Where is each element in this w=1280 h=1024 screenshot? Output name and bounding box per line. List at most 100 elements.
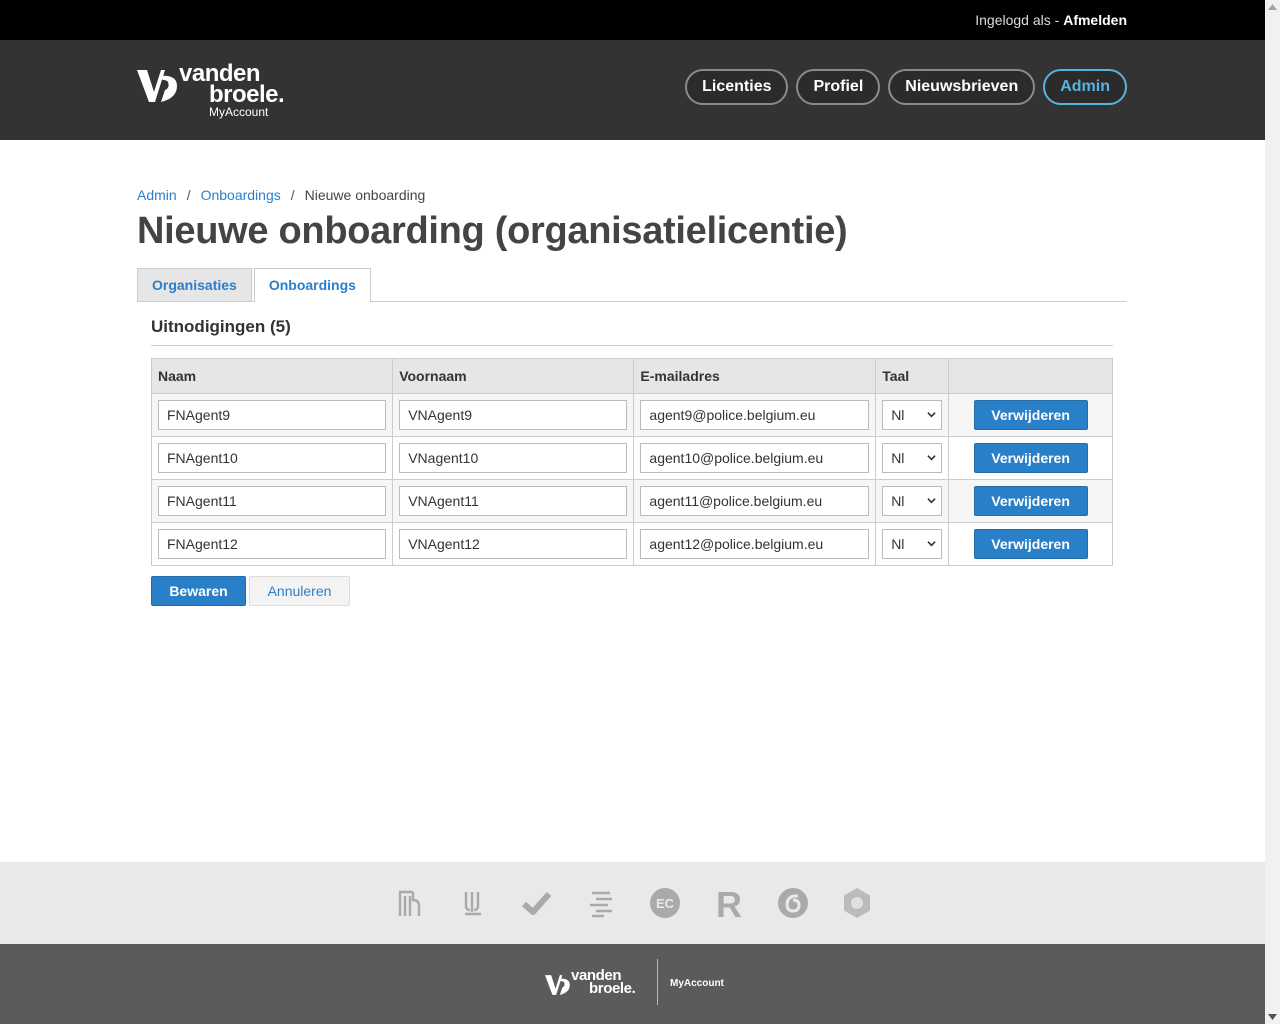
email-input[interactable]: agent10@police.belgium.eu [640, 443, 870, 473]
brand-r-icon[interactable]: R [713, 887, 745, 919]
taal-value: Nl [891, 493, 905, 509]
page-title: Nieuwe onboarding (organisatielicentie) [137, 210, 848, 252]
chevron-down-icon [927, 412, 936, 418]
cell-email: agent9@police.belgium.eu [633, 393, 877, 437]
tab-organisaties[interactable]: Organisaties [137, 268, 252, 302]
header-actions [948, 358, 1113, 394]
logo-line2: broele. [209, 81, 285, 108]
taal-select[interactable]: Nl [882, 486, 943, 516]
cell-actions: Verwijderen [948, 522, 1113, 566]
cell-naam: FNAgent9 [150, 393, 394, 437]
brand-1-icon[interactable] [393, 887, 425, 919]
header-voornaam: Voornaam [392, 358, 635, 394]
tab-onboardings[interactable]: Onboardings [253, 268, 371, 303]
cell-naam: FNAgent11 [150, 479, 394, 523]
invitations-table: Naam Voornaam E-mailadres Taal FNAgent9 … [150, 358, 1113, 566]
brand-2-icon[interactable] [457, 887, 489, 919]
delete-button[interactable]: Verwijderen [973, 443, 1088, 473]
taal-value: Nl [891, 536, 905, 552]
brand-ec-icon[interactable]: EC [649, 887, 681, 919]
naam-input[interactable]: FNAgent11 [158, 486, 387, 516]
taal-value: Nl [891, 407, 905, 423]
naam-input[interactable]: FNAgent10 [158, 443, 387, 473]
header-taal: Taal [875, 358, 950, 394]
cell-taal: Nl [875, 393, 950, 437]
table-row: FNAgent12 VNAgent12 agent12@police.belgi… [150, 522, 1113, 566]
table-row: FNAgent10 VNagent10 agent10@police.belgi… [150, 436, 1113, 480]
scroll-down-icon[interactable] [1268, 1014, 1277, 1020]
cell-taal: Nl [875, 436, 950, 480]
table-row: FNAgent9 VNAgent9 agent9@police.belgium.… [150, 393, 1113, 437]
cell-taal: Nl [875, 479, 950, 523]
breadcrumb-onboardings[interactable]: Onboardings [201, 187, 281, 203]
breadcrumb-current: Nieuwe onboarding [304, 187, 426, 203]
nav-admin[interactable]: Admin [1043, 69, 1127, 105]
header-email: E-mailadres [633, 358, 877, 394]
brand-7-icon[interactable] [841, 887, 873, 919]
taal-select[interactable]: Nl [882, 443, 943, 473]
main-content: Admin / Onboardings / Nieuwe onboarding Nieu… [137, 186, 1127, 606]
taal-select[interactable]: Nl [882, 529, 943, 559]
voornaam-input[interactable]: VNagent10 [399, 443, 628, 473]
email-input[interactable]: agent9@police.belgium.eu [640, 400, 870, 430]
taal-select[interactable]: Nl [882, 400, 943, 430]
breadcrumb-separator: / [290, 187, 295, 203]
vb-logo-icon [545, 975, 570, 995]
voornaam-input[interactable]: VNAgent9 [399, 400, 628, 430]
naam-input[interactable]: FNAgent9 [158, 400, 387, 430]
cell-email: agent11@police.belgium.eu [633, 479, 877, 523]
cell-actions: Verwijderen [948, 479, 1113, 523]
nav-licenties[interactable]: Licenties [685, 69, 789, 105]
table-row: FNAgent11 VNAgent11 agent11@police.belgi… [150, 479, 1113, 523]
naam-input[interactable]: FNAgent12 [158, 529, 387, 559]
brand-r-text: R [716, 887, 742, 919]
nav-nieuwsbrieven[interactable]: Nieuwsbrieven [888, 69, 1036, 105]
cell-actions: Verwijderen [948, 393, 1113, 437]
logged-in-label: Ingelogd als - [975, 12, 1064, 28]
voornaam-input[interactable]: VNAgent12 [399, 529, 628, 559]
login-status: Ingelogd als - Afmelden [975, 12, 1127, 28]
voornaam-input[interactable]: VNAgent11 [399, 486, 628, 516]
breadcrumb-separator: / [186, 187, 191, 203]
logo-subtitle: MyAccount [209, 105, 269, 119]
cell-voornaam: VNagent10 [392, 436, 635, 480]
delete-button[interactable]: Verwijderen [973, 529, 1088, 559]
footer-logo-line2: broele. [589, 980, 636, 997]
cell-taal: Nl [875, 522, 950, 566]
tab-bar: Organisaties Onboardings [137, 268, 1127, 303]
table-header-row: Naam Voornaam E-mailadres Taal [150, 358, 1113, 394]
brand-3-icon[interactable] [521, 887, 553, 919]
footer-divider [657, 959, 658, 1005]
tab-panel: Uitnodigingen (5) Naam Voornaam E-mailad… [137, 318, 1127, 606]
cell-actions: Verwijderen [948, 436, 1113, 480]
vb-logo-icon [137, 70, 177, 102]
cancel-button[interactable]: Annuleren [249, 576, 350, 606]
cell-voornaam: VNAgent9 [392, 393, 635, 437]
form-actions: Bewaren Annuleren [151, 576, 1113, 606]
section-title: Uitnodigingen (5) [151, 318, 1113, 346]
page: Ingelogd als - Afmelden vanden broele. M… [0, 0, 1265, 1024]
brand-strip: EC R [0, 862, 1265, 944]
delete-button[interactable]: Verwijderen [973, 400, 1088, 430]
nav-profiel[interactable]: Profiel [796, 69, 881, 105]
site-header: vanden broele. MyAccount Licenties Profi… [0, 40, 1265, 140]
cell-email: agent12@police.belgium.eu [633, 522, 877, 566]
scroll-up-icon[interactable] [1268, 4, 1277, 10]
save-button[interactable]: Bewaren [151, 576, 246, 606]
breadcrumb-admin[interactable]: Admin [137, 187, 177, 203]
delete-button[interactable]: Verwijderen [973, 486, 1088, 516]
cell-voornaam: VNAgent11 [392, 479, 635, 523]
scrollbar[interactable] [1265, 0, 1280, 1024]
main-nav: Licenties Profiel Nieuwsbrieven Admin [685, 69, 1127, 105]
vandenbroele-logo[interactable]: vanden broele. MyAccount [137, 62, 297, 120]
cell-naam: FNAgent10 [150, 436, 394, 480]
brand-6-icon[interactable] [777, 887, 809, 919]
logout-link[interactable]: Afmelden [1063, 12, 1127, 28]
cell-email: agent10@police.belgium.eu [633, 436, 877, 480]
cell-naam: FNAgent12 [150, 522, 394, 566]
brand-ec-text: EC [655, 896, 674, 911]
chevron-down-icon [927, 541, 936, 547]
email-input[interactable]: agent11@police.belgium.eu [640, 486, 870, 516]
email-input[interactable]: agent12@police.belgium.eu [640, 529, 870, 559]
brand-4-icon[interactable] [585, 887, 617, 919]
